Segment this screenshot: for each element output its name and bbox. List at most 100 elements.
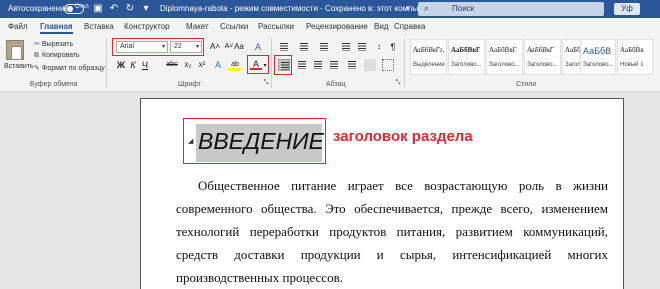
paste-button[interactable]: Вставить — [4, 63, 34, 70]
divider — [106, 38, 107, 88]
style-name: Заголово... — [489, 62, 520, 68]
style-sample: АаБбВвГ — [489, 46, 517, 54]
align-right-icon — [314, 61, 322, 69]
redo-icon[interactable]: ↻ — [124, 3, 136, 15]
text-effects-button[interactable]: A — [212, 59, 224, 71]
body-line[interactable]: производственных процессов. — [176, 270, 608, 286]
style-heading-3[interactable]: АаБбВвГ Заголово... — [524, 39, 561, 75]
copy-icon: ⧉ — [34, 52, 39, 59]
justify-icon — [330, 61, 338, 69]
tab-review[interactable]: Рецензирование — [306, 22, 368, 31]
superscript-button[interactable]: x² — [196, 59, 208, 71]
show-marks-button[interactable]: ¶ — [388, 41, 398, 53]
grow-font-button[interactable]: A˄ — [208, 41, 222, 53]
ribbon: Вставить ✂ Вырезать ⧉ Копировать ✎ Формат п… — [0, 34, 660, 92]
clipboard-group-label: Буфер обмена — [30, 81, 78, 88]
style-sample: АаБбВвГ — [527, 46, 554, 54]
style-heading-5[interactable]: АаБбВ Заголово... — [580, 39, 616, 75]
change-case-button[interactable]: Aa — [232, 41, 246, 53]
line-spacing-icon — [348, 61, 356, 69]
align-right-button[interactable] — [312, 59, 324, 71]
body-line[interactable]: Общественное питание играет все возраста… — [198, 178, 608, 194]
style-sample: АаБбВ — [583, 46, 612, 56]
search-input[interactable]: ⌕ Поиск — [418, 2, 604, 16]
style-new-1[interactable]: АаБбВв Новый 1 — [617, 39, 653, 75]
numbering-button[interactable] — [298, 41, 310, 53]
align-center-button[interactable] — [296, 59, 308, 71]
divider — [271, 38, 272, 88]
dialog-launcher-icon[interactable]: ⤡ — [394, 77, 402, 89]
bullets-button[interactable] — [278, 41, 290, 53]
shading-button[interactable] — [364, 59, 376, 71]
cut-button[interactable]: ✂ Вырезать — [34, 40, 73, 48]
save-icon[interactable]: ▣ — [92, 3, 104, 15]
tab-references[interactable]: Ссылки — [220, 22, 248, 31]
highlight-color-button[interactable]: ab — [228, 59, 242, 71]
document-title: Diplomnaya-rabota - режим совместимости … — [160, 4, 435, 13]
ribbon-tabs: Файл Главная Вставка Конструктор Макет С… — [0, 18, 660, 34]
style-name: Выделение — [413, 62, 445, 68]
line-spacing-button[interactable] — [346, 59, 358, 71]
divider — [404, 38, 405, 88]
tab-file[interactable]: Файл — [8, 22, 28, 31]
subscript-button[interactable]: x₂ — [182, 59, 194, 71]
tab-design[interactable]: Конструктор — [124, 22, 170, 31]
bullets-icon — [280, 43, 288, 51]
dialog-launcher-icon[interactable]: ⤡ — [262, 77, 270, 89]
tab-insert[interactable]: Вставка — [84, 22, 114, 31]
style-heading-2[interactable]: АаБбВвГ Заголово... — [486, 39, 523, 75]
body-line[interactable]: современного общества. Это обеспечиваетс… — [176, 201, 608, 217]
search-icon: ⌕ — [424, 3, 430, 13]
font-group-label: Шрифт — [178, 81, 202, 88]
format-painter-button[interactable]: ✎ Формат по образцу — [34, 64, 105, 72]
search-placeholder: Поиск — [452, 4, 475, 13]
style-name: Заголово... — [527, 62, 558, 68]
increase-indent-icon — [358, 43, 366, 51]
body-line[interactable]: средств доставки продукции и сырья, инте… — [176, 247, 608, 263]
borders-button[interactable] — [382, 59, 394, 71]
style-emphasis[interactable]: АаБбВвГг, Выделение — [410, 39, 447, 75]
tab-layout[interactable]: Макет — [186, 22, 209, 31]
autosave-state: Откл — [75, 4, 89, 10]
decrease-indent-button[interactable] — [340, 41, 352, 53]
justify-button[interactable] — [328, 59, 340, 71]
increase-indent-button[interactable] — [356, 41, 368, 53]
style-name: Заголово... — [583, 62, 614, 68]
style-name: Новый 1 — [620, 62, 644, 68]
title-bar: Автосохранение Откл ▣ ↶ ↻ ▾ Diplomnaya-r… — [0, 0, 660, 18]
underline-button[interactable]: Ч — [140, 59, 150, 71]
annotation-label: заголовок раздела — [333, 128, 473, 145]
customize-toolbar-icon[interactable]: ▾ — [140, 3, 152, 15]
autosave-toggle[interactable]: Откл — [64, 4, 89, 14]
styles-group-label: Стили — [516, 81, 537, 88]
bold-button[interactable]: Ж — [116, 59, 126, 71]
toggle-knob — [67, 6, 73, 12]
strikethrough-button[interactable]: abc — [164, 59, 180, 71]
decrease-indent-icon — [342, 43, 350, 51]
format-painter-label: Формат по образцу — [42, 65, 105, 72]
autosave-label: Автосохранение — [8, 4, 69, 13]
copy-label: Копировать — [42, 52, 80, 59]
copy-button[interactable]: ⧉ Копировать — [34, 52, 80, 60]
highlight-box-font — [112, 38, 204, 56]
chevron-down-icon[interactable]: ▾ — [406, 4, 410, 12]
undo-icon[interactable]: ↶ — [108, 3, 120, 15]
style-heading-1[interactable]: АаБбВвГ Заголово... — [448, 39, 485, 75]
user-button[interactable]: Уф — [614, 3, 640, 15]
multilevel-list-button[interactable] — [318, 41, 330, 53]
highlight-box-align — [274, 55, 292, 75]
clear-format-button[interactable]: A — [252, 41, 264, 53]
style-sample: АаБбВвГ — [451, 46, 481, 54]
paste-icon[interactable] — [6, 40, 24, 60]
sort-button[interactable]: ↕ — [374, 41, 384, 53]
scissors-icon: ✂ — [34, 41, 40, 48]
tab-view[interactable]: Вид — [374, 22, 388, 31]
tab-home[interactable]: Главная — [40, 22, 73, 34]
cut-label: Вырезать — [42, 41, 74, 48]
italic-button[interactable]: К — [128, 59, 138, 71]
style-sample: АаБбВвГг, — [413, 46, 445, 54]
tab-mailings[interactable]: Рассылки — [258, 22, 294, 31]
style-name: Заголово... — [451, 62, 482, 68]
tab-help[interactable]: Справка — [394, 22, 425, 31]
body-line[interactable]: технологий переработки продуктов питания… — [176, 224, 608, 240]
